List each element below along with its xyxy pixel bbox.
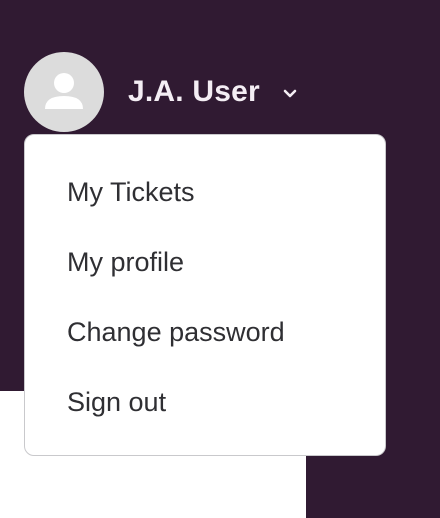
- menu-item-sign-out[interactable]: Sign out: [25, 367, 385, 437]
- user-silhouette-icon: [45, 73, 83, 109]
- user-name[interactable]: J.A. User: [128, 77, 260, 107]
- chevron-down-icon[interactable]: [282, 88, 298, 100]
- dropdown-list: My Tickets My profile Change password Si…: [25, 135, 385, 437]
- avatar[interactable]: [24, 52, 104, 132]
- user-menu-toggle[interactable]: J.A. User: [24, 52, 298, 132]
- menu-item-change-password[interactable]: Change password: [25, 297, 385, 367]
- menu-item-my-profile[interactable]: My profile: [25, 227, 385, 297]
- user-dropdown-menu: My Tickets My profile Change password Si…: [24, 134, 386, 456]
- menu-item-my-tickets[interactable]: My Tickets: [25, 157, 385, 227]
